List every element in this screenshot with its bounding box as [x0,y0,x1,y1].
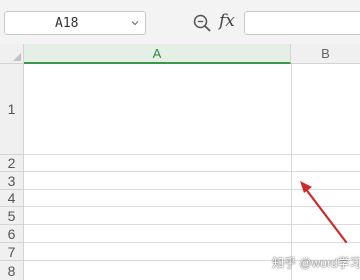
zoom-search-icon[interactable] [192,13,212,33]
column-divider[interactable] [291,64,292,280]
corner-triangle-icon [13,53,21,61]
row-header-4[interactable]: 4 [0,190,24,207]
row-header-7[interactable]: 7 [0,243,24,261]
fx-icon[interactable]: fx [219,11,235,31]
column-header-a[interactable]: A [24,44,291,64]
row-header-5[interactable]: 5 [0,207,24,225]
select-all-corner[interactable] [0,44,24,64]
red-arrow-icon [300,181,348,244]
row-header-2[interactable]: 2 [0,155,24,172]
cell-row-2[interactable] [24,155,360,172]
chevron-down-icon[interactable] [131,19,139,27]
name-box-value: A18 [55,16,79,31]
cell-row-1[interactable] [24,64,360,155]
name-box[interactable]: A18 [4,11,146,35]
row-header-1[interactable]: 1 [0,64,24,155]
row-header-6[interactable]: 6 [0,225,24,243]
column-header-b[interactable]: B [291,44,360,64]
row-header-8[interactable]: 8 [0,261,24,280]
formula-bar: A18 fx [0,0,360,45]
row-header-3[interactable]: 3 [0,172,24,190]
watermark: 知乎 @word学习 [272,256,360,270]
formula-input[interactable] [244,11,360,35]
